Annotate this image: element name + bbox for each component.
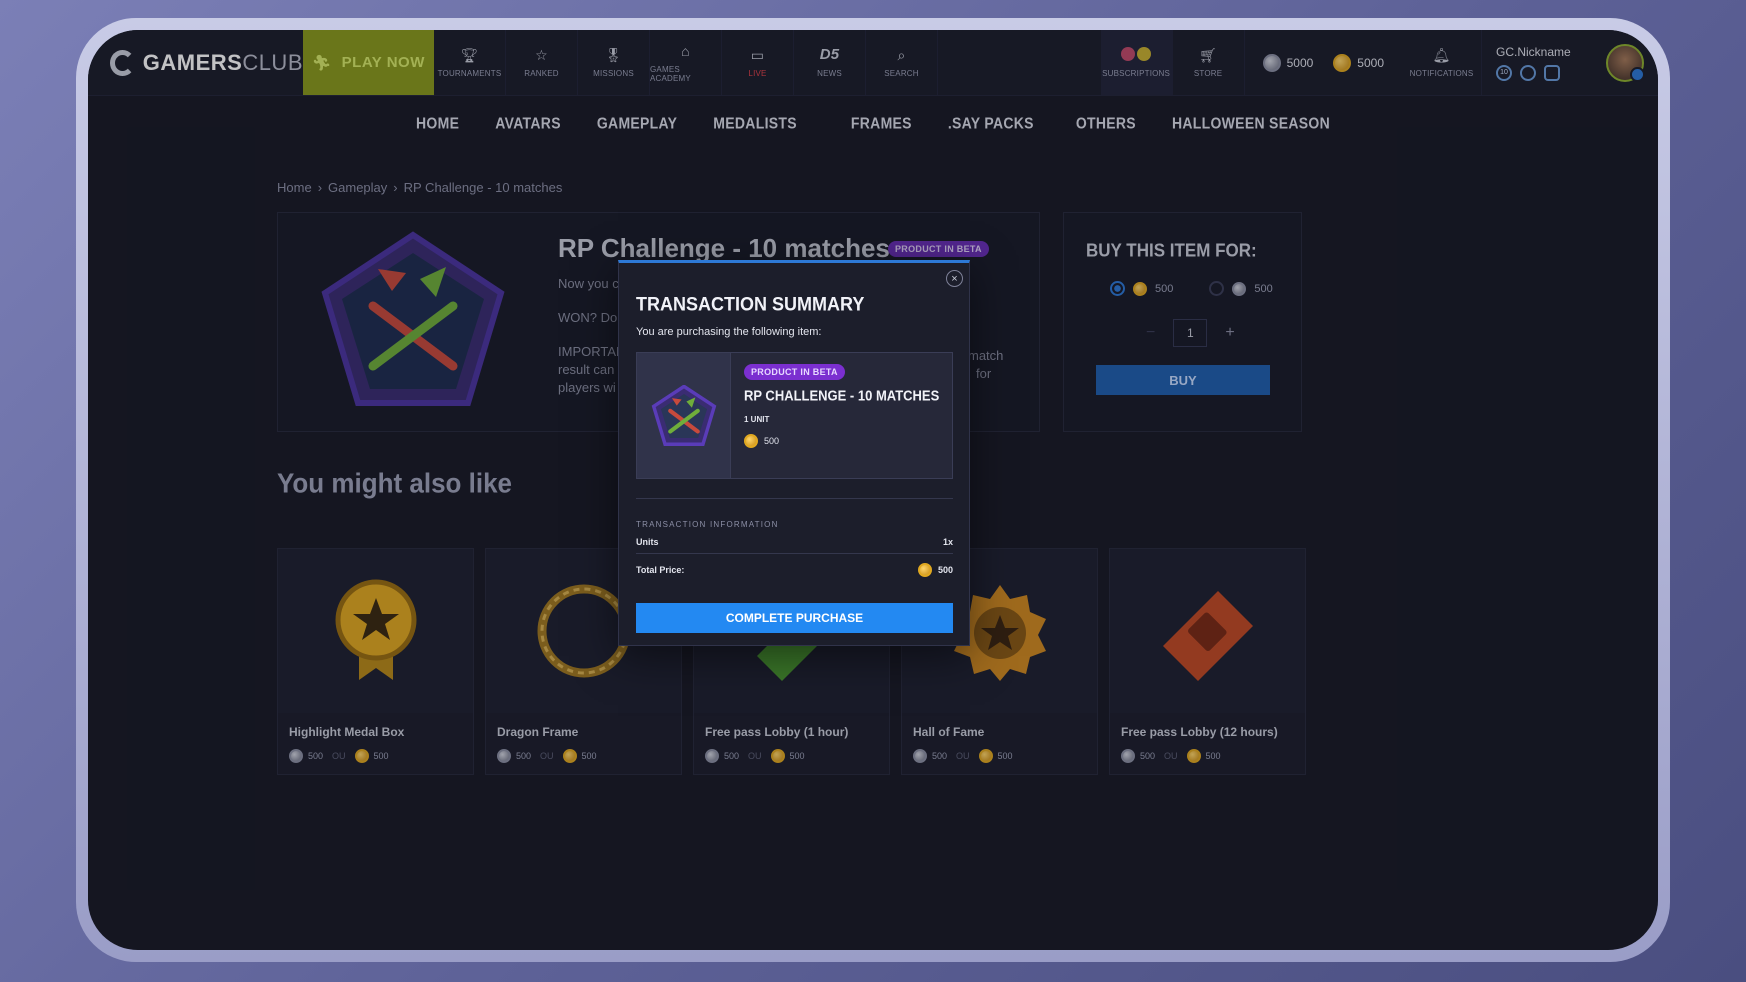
total-value-amount: 500 — [937, 565, 953, 575]
item-unit: 1 UNIT — [744, 415, 770, 424]
item-price: 500 — [744, 434, 779, 448]
modal-title: TRANSACTION SUMMARY — [636, 292, 865, 315]
modal-subtitle: You are purchasing the following item: — [636, 326, 822, 338]
complete-purchase-button[interactable]: COMPLETE PURCHASE — [636, 603, 953, 633]
units-value: 1x — [942, 537, 953, 547]
total-row: Total Price: 500 — [636, 563, 953, 577]
divider — [636, 553, 953, 554]
app-screen: GAMERS CLUB 🏃︎ PLAY NOW 🏆︎ TOURNAMENTS ☆ … — [88, 30, 1658, 950]
item-name: RP CHALLENGE - 10 MATCHES — [744, 387, 940, 404]
close-icon[interactable]: × — [946, 270, 963, 287]
total-label: Total Price: — [636, 565, 685, 575]
purchase-item-card: PRODUCT IN BETA RP CHALLENGE - 10 MATCHE… — [636, 352, 953, 479]
units-label: Units — [636, 537, 659, 547]
rp-challenge-emblem-icon — [651, 384, 716, 446]
gold-coin-icon — [917, 563, 932, 577]
transaction-summary-modal: × TRANSACTION SUMMARY You are purchasing… — [618, 260, 970, 646]
device-frame: GAMERS CLUB 🏃︎ PLAY NOW 🏆︎ TOURNAMENTS ☆ … — [76, 18, 1670, 962]
item-thumbnail — [637, 353, 731, 478]
units-row: Units 1x — [636, 537, 953, 547]
gold-coin-icon — [744, 434, 758, 448]
item-beta-badge: PRODUCT IN BETA — [744, 364, 845, 380]
divider — [636, 498, 953, 499]
transaction-info-heading: TRANSACTION INFORMATION — [636, 520, 779, 529]
total-value: 500 — [917, 563, 953, 577]
item-price-value: 500 — [764, 436, 780, 446]
